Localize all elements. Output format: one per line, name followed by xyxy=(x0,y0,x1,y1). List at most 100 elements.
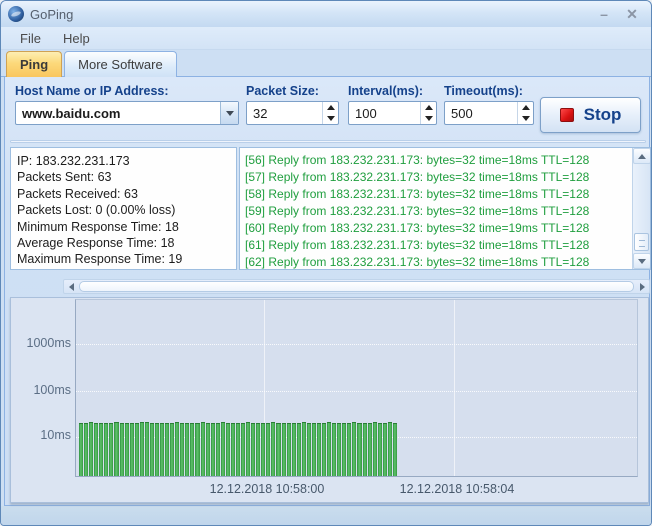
spin-up-button[interactable] xyxy=(518,102,533,113)
ping-bar xyxy=(246,422,250,476)
ping-bar xyxy=(266,423,270,476)
stat-line: Maximum Response Time: 19 xyxy=(17,251,236,267)
close-button[interactable]: ✕ xyxy=(623,6,641,23)
ping-bar xyxy=(125,423,129,476)
minimize-button[interactable]: – xyxy=(595,6,613,23)
chart-horizontal-scrollbar[interactable] xyxy=(63,279,650,294)
triangle-down-icon xyxy=(638,259,646,264)
ping-bar xyxy=(180,423,184,476)
triangle-up-icon xyxy=(638,154,646,159)
ping-bar xyxy=(226,423,230,476)
window-bottom-strip xyxy=(1,506,652,526)
ping-bar xyxy=(104,423,108,476)
scroll-right-button[interactable] xyxy=(635,280,649,293)
ping-bar xyxy=(195,423,199,476)
spin-down-button[interactable] xyxy=(518,113,533,124)
ping-bar xyxy=(337,423,341,476)
ping-bar xyxy=(175,422,179,476)
tab-ping[interactable]: Ping xyxy=(6,51,62,77)
ping-bar xyxy=(185,423,189,476)
menu-help[interactable]: Help xyxy=(54,29,99,48)
ping-bar xyxy=(271,422,275,476)
y-axis-tick-1000ms: 1000ms xyxy=(11,336,71,350)
spin-up-button[interactable] xyxy=(421,102,436,113)
ping-bar xyxy=(287,423,291,476)
ping-bar xyxy=(231,423,235,476)
ping-bar xyxy=(322,423,326,476)
interval-spin-buttons xyxy=(420,102,436,124)
ping-bar xyxy=(388,422,392,476)
ping-bars xyxy=(79,298,397,476)
packet-size-value[interactable]: 32 xyxy=(247,106,322,121)
log-line: [56] Reply from 183.232.231.173: bytes=3… xyxy=(245,152,632,169)
spin-down-button[interactable] xyxy=(421,113,436,124)
stop-button-label: Stop xyxy=(584,105,622,125)
ping-log-box[interactable]: [56] Reply from 183.232.231.173: bytes=3… xyxy=(239,147,651,270)
ping-bar xyxy=(221,422,225,476)
ping-bar xyxy=(251,423,255,476)
ping-bar xyxy=(94,423,98,476)
ping-bar xyxy=(236,423,240,476)
y-axis-tick-100ms: 100ms xyxy=(11,383,71,397)
interval-spinner[interactable]: 100 xyxy=(348,101,437,125)
timeout-label: Timeout(ms): xyxy=(444,84,523,98)
goping-window: GoPing – ✕ File Help Ping More Software … xyxy=(0,0,652,526)
chart-plot-area xyxy=(75,299,638,477)
triangle-left-icon xyxy=(69,283,74,291)
stop-square-icon xyxy=(560,108,574,122)
host-dropdown-button[interactable] xyxy=(220,102,238,124)
timeout-value[interactable]: 500 xyxy=(445,106,517,121)
triangle-up-icon xyxy=(327,105,335,110)
spin-up-button[interactable] xyxy=(323,102,338,113)
log-line: [62] Reply from 183.232.231.173: bytes=3… xyxy=(245,254,632,270)
interval-value[interactable]: 100 xyxy=(349,106,420,121)
ping-bar xyxy=(84,423,88,476)
ping-bar xyxy=(282,423,286,476)
packet-size-spinner[interactable]: 32 xyxy=(246,101,339,125)
ping-bar xyxy=(312,423,316,476)
scroll-left-button[interactable] xyxy=(64,280,78,293)
stop-button[interactable]: Stop xyxy=(540,97,641,133)
packet-size-label: Packet Size: xyxy=(246,84,319,98)
ping-bar xyxy=(347,423,351,476)
host-value[interactable]: www.baidu.com xyxy=(16,106,220,121)
scrollbar-thumb[interactable] xyxy=(634,233,649,251)
spin-down-button[interactable] xyxy=(323,113,338,124)
ping-statistics-box: IP: 183.232.231.173Packets Sent: 63Packe… xyxy=(10,147,237,270)
ping-bar xyxy=(261,423,265,476)
ping-bar xyxy=(206,423,210,476)
ping-bar xyxy=(165,423,169,476)
triangle-down-icon xyxy=(327,116,335,121)
window-controls: – ✕ xyxy=(595,6,652,23)
tab-more-software[interactable]: More Software xyxy=(64,51,177,77)
ping-chart: 1000ms 100ms 10ms 12.12.2018 10:58:00 12… xyxy=(10,297,649,503)
ping-bar xyxy=(368,423,372,476)
ping-bar xyxy=(352,422,356,476)
ping-bar xyxy=(378,423,382,476)
scroll-down-button[interactable] xyxy=(633,253,651,269)
menu-file[interactable]: File xyxy=(11,29,50,48)
log-vertical-scrollbar[interactable] xyxy=(632,148,650,269)
x-axis-tick-2: 12.12.2018 10:58:04 xyxy=(377,482,537,496)
timeout-spinner[interactable]: 500 xyxy=(444,101,534,125)
ping-bar xyxy=(297,423,301,476)
scrollbar-thumb[interactable] xyxy=(79,281,634,292)
scroll-up-button[interactable] xyxy=(633,148,651,164)
ping-log-lines: [56] Reply from 183.232.231.173: bytes=3… xyxy=(240,148,632,270)
ping-bar xyxy=(190,423,194,476)
host-combobox[interactable]: www.baidu.com xyxy=(15,101,239,125)
ping-bar xyxy=(120,423,124,476)
ping-bar xyxy=(89,422,93,476)
ping-bar xyxy=(170,423,174,476)
ping-bar xyxy=(363,423,367,476)
ping-bar xyxy=(317,423,321,476)
host-label: Host Name or IP Address: xyxy=(15,84,169,98)
ping-bar xyxy=(276,423,280,476)
triangle-down-icon xyxy=(425,116,433,121)
ping-bar xyxy=(145,422,149,476)
log-line: [59] Reply from 183.232.231.173: bytes=3… xyxy=(245,203,632,220)
ping-bar xyxy=(155,423,159,476)
ping-tab-panel: Host Name or IP Address: Packet Size: In… xyxy=(4,76,650,506)
ping-bar xyxy=(140,422,144,476)
triangle-up-icon xyxy=(425,105,433,110)
